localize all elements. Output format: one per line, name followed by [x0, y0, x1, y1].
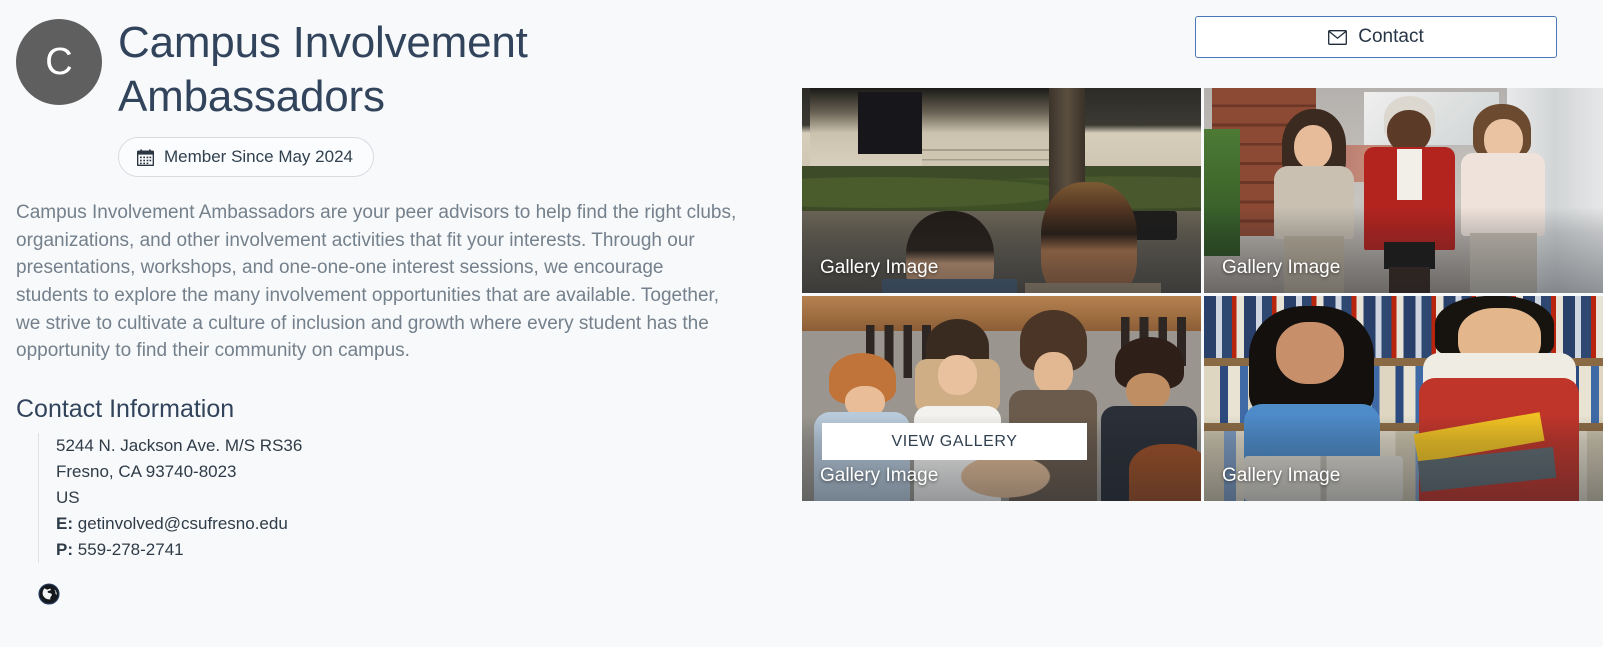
address-country: US	[56, 487, 80, 507]
page-title: Campus Involvement Ambassadors	[118, 18, 528, 121]
gallery-tile-3[interactable]: VIEW GALLERY Gallery Image	[802, 296, 1201, 501]
phone-label: P:	[56, 539, 73, 559]
organization-details-panel: C Campus Involvement Ambassadors Member …	[0, 0, 790, 647]
social-links	[38, 583, 772, 605]
address-line-1: 5244 N. Jackson Ave. M/S RS36	[56, 435, 303, 455]
phone-row: P: 559-278-2741	[56, 537, 772, 563]
email-value: getinvolved@csufresno.edu	[77, 513, 288, 533]
address-block: 5244 N. Jackson Ave. M/S RS36 Fresno, CA…	[38, 432, 772, 563]
gallery-tile-1[interactable]: Gallery Image	[802, 88, 1201, 293]
contact-button[interactable]: Contact	[1195, 16, 1557, 58]
contact-information-heading: Contact Information	[16, 394, 235, 423]
gallery-caption-3: Gallery Image	[820, 465, 939, 486]
phone-value: 559-278-2741	[77, 539, 184, 559]
organization-description: Campus Involvement Ambassadors are your …	[16, 202, 737, 362]
avatar: C	[16, 19, 102, 105]
email-label: E:	[56, 513, 73, 533]
organization-header-text: Campus Involvement Ambassadors Member Si…	[118, 14, 588, 178]
organization-header: C Campus Involvement Ambassadors Member …	[16, 14, 772, 178]
gallery-caption-2: Gallery Image	[1222, 257, 1341, 278]
gallery-caption-4: Gallery Image	[1222, 465, 1341, 486]
gallery-tile-4[interactable]: Gallery Image	[1204, 296, 1603, 501]
contact-button-label: Contact	[1358, 26, 1424, 47]
email-row: E: getinvolved@csufresno.edu	[56, 511, 772, 537]
gallery-caption-1: Gallery Image	[820, 257, 939, 278]
member-since-label: Member Since May 2024	[164, 147, 353, 167]
address-line-2: Fresno, CA 93740-8023	[56, 461, 237, 481]
globe-icon[interactable]	[38, 583, 60, 605]
gallery-tile-2[interactable]: Gallery Image	[1204, 88, 1603, 293]
gallery-grid: Gallery Image Gallery Image VIEW GALLERY…	[802, 88, 1603, 501]
member-since-badge: Member Since May 2024	[118, 137, 374, 178]
view-gallery-button[interactable]: VIEW GALLERY	[822, 423, 1087, 460]
envelope-icon	[1328, 29, 1348, 45]
calendar-icon	[137, 149, 154, 166]
